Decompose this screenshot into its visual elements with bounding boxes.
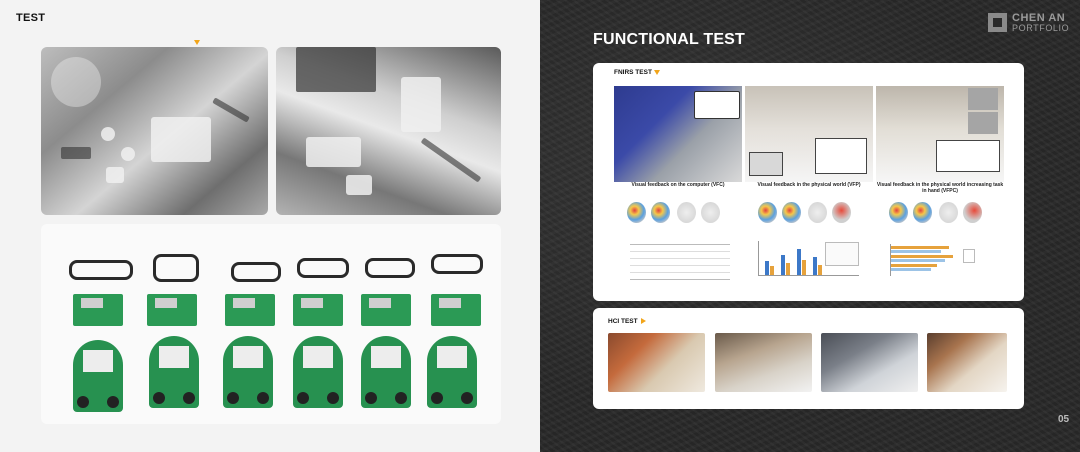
page-number: 05 [1058,414,1070,425]
right-arrow-icon [641,318,646,324]
brain-map [889,202,908,223]
fnirs-test-card: FNIRS TEST Visual feedback on the comput… [593,63,1024,301]
results-bar-chart [758,241,859,276]
hci-photo-4 [927,333,1007,392]
down-arrow-icon [194,40,200,45]
photo-desk-laptop [276,47,501,215]
results-hbar-chart [890,244,961,276]
brain-map [963,202,982,223]
hci-photo-3 [821,333,918,392]
hci-test-card: HCI TEST [593,308,1024,409]
brain-map [808,202,827,223]
brain-map [701,202,720,223]
hci-photo-1 [608,333,705,392]
left-panel: TEST [0,0,540,452]
caption-vfpc: Visual feedback in the physical world in… [876,182,1004,194]
brain-map [651,202,670,223]
brain-map [939,202,958,223]
caption-vfp: Visual feedback in the physical world (V… [757,182,861,188]
brain-map [677,202,696,223]
results-table [630,244,730,280]
logo-mark-icon [988,13,1007,32]
photo-workbench-materials [41,47,268,215]
section-title-functional-test: FUNCTIONAL TEST [593,31,746,48]
hci-test-label: HCI TEST [608,318,638,325]
caption-vfc: Visual feedback on the computer (VFC) [631,182,725,188]
hbar-legend [963,249,975,263]
brain-map [782,202,801,223]
photo-robot-components [41,224,501,424]
brain-map [832,202,851,223]
fnirs-test-label: FNIRS TEST [614,69,652,76]
brain-map [758,202,777,223]
fnirs-photo-vfc [614,86,742,182]
down-arrow-icon [654,70,660,75]
logo-subtitle: PORTFOLIO [1012,23,1070,33]
brain-map [913,202,932,223]
fnirs-photo-vfpc [876,86,1004,182]
section-title-test: TEST [16,12,46,24]
fnirs-photo-vfp [745,86,873,182]
hci-photo-2 [715,333,812,392]
brain-map [627,202,646,223]
